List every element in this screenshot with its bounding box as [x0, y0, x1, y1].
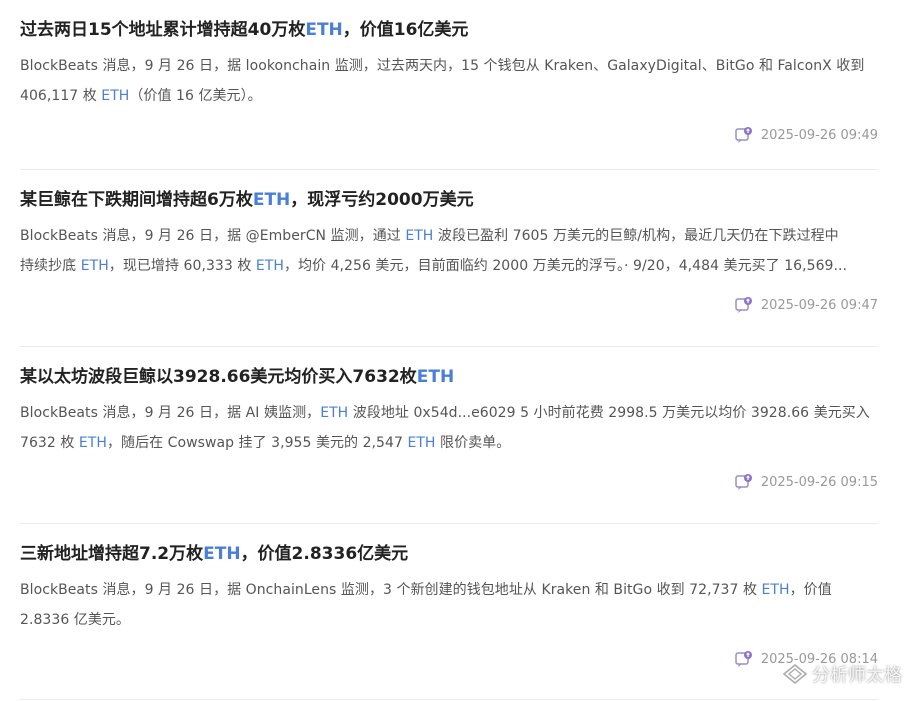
timestamp: 2025-09-26 09:47: [760, 297, 878, 313]
share-icon[interactable]: [735, 650, 753, 668]
eth-link[interactable]: ETH: [256, 258, 284, 274]
title-text: 三新地址增持超7.2万枚: [20, 544, 204, 564]
eth-link[interactable]: ETH: [320, 405, 348, 421]
eth-link[interactable]: ETH: [417, 367, 454, 387]
body-text: 2.8336 亿美元。: [20, 612, 130, 628]
news-item[interactable]: 过去两日15个地址累计增持超40万枚ETH，价值16亿美元 BlockBeats…: [20, 0, 878, 170]
share-icon[interactable]: [735, 473, 753, 491]
body-line: BlockBeats 消息，9 月 26 日，据 lookonchain 监测，…: [20, 51, 878, 81]
body-text: ，随后在 Cowswap 挂了 3,955 美元的 2,547: [106, 435, 408, 451]
eth-link[interactable]: ETH: [407, 435, 435, 451]
news-title[interactable]: 三新地址增持超7.2万枚ETH，价值2.8336亿美元: [20, 543, 408, 565]
timestamp: 2025-09-26 08:14: [760, 651, 878, 667]
eth-link[interactable]: ETH: [101, 88, 129, 104]
news-body: BlockBeats 消息，9 月 26 日，据 OnchainLens 监测，…: [20, 575, 878, 635]
body-text: BlockBeats 消息，9 月 26 日，据 @EmberCN 监测，通过: [20, 228, 406, 244]
news-title[interactable]: 某以太坊波段巨鲸以3928.66美元均价买入7632枚ETH: [20, 366, 454, 388]
body-line: BlockBeats 消息，9 月 26 日，据 OnchainLens 监测，…: [20, 575, 878, 605]
news-meta: 2025-09-26 09:47: [735, 295, 878, 315]
share-icon[interactable]: [735, 296, 753, 314]
timestamp: 2025-09-26 09:49: [760, 127, 878, 143]
timestamp: 2025-09-26 09:15: [760, 474, 878, 490]
body-text: BlockBeats 消息，9 月 26 日，据 OnchainLens 监测，…: [20, 582, 762, 598]
body-text: 波段地址 0x54d...e6029 5 小时前花费 2998.5 万美元以均价…: [348, 405, 870, 421]
body-line: 2.8336 亿美元。: [20, 605, 878, 635]
news-item[interactable]: 三新地址增持超7.2万枚ETH，价值2.8336亿美元 BlockBeats 消…: [20, 524, 878, 700]
news-feed: 过去两日15个地址累计增持超40万枚ETH，价值16亿美元 BlockBeats…: [0, 0, 910, 701]
eth-link[interactable]: ETH: [405, 228, 433, 244]
body-text: ，现已增持 60,333 枚: [108, 258, 256, 274]
body-text: ，均价 4,256 美元，目前面临约 2000 万美元的浮亏。· 9/20，4,…: [283, 258, 848, 274]
body-line: 持续抄底 ETH，现已增持 60,333 枚 ETH，均价 4,256 美元，目…: [20, 251, 878, 281]
news-meta: 2025-09-26 09:49: [735, 125, 878, 145]
title-text: 某巨鲸在下跌期间增持超6万枚: [20, 190, 253, 210]
eth-link[interactable]: ETH: [762, 582, 790, 598]
news-meta: 2025-09-26 08:14: [735, 649, 878, 669]
title-text: ，价值16亿美元: [342, 20, 469, 40]
body-text: 持续抄底: [20, 258, 81, 274]
title-text: ，价值2.8336亿美元: [240, 544, 409, 564]
eth-link[interactable]: ETH: [79, 435, 107, 451]
body-text: 限价卖单。: [435, 435, 511, 451]
news-body: BlockBeats 消息，9 月 26 日，据 @EmberCN 监测，通过 …: [20, 221, 878, 281]
eth-link[interactable]: ETH: [305, 20, 342, 40]
body-text: ，价值: [789, 582, 832, 598]
news-item[interactable]: 某巨鲸在下跌期间增持超6万枚ETH，现浮亏约2000万美元 BlockBeats…: [20, 170, 878, 347]
news-body: BlockBeats 消息，9 月 26 日，据 lookonchain 监测，…: [20, 51, 878, 111]
body-line: 406,117 枚 ETH（价值 16 亿美元）。: [20, 81, 878, 111]
eth-link[interactable]: ETH: [203, 544, 240, 564]
body-line: BlockBeats 消息，9 月 26 日，据 @EmberCN 监测，通过 …: [20, 221, 878, 251]
body-text: （价值 16 亿美元）。: [129, 88, 262, 104]
eth-link[interactable]: ETH: [253, 190, 290, 210]
title-text: 某以太坊波段巨鲸以3928.66美元均价买入7632枚: [20, 367, 417, 387]
body-text: BlockBeats 消息，9 月 26 日，据 lookonchain 监测，…: [20, 58, 865, 74]
title-text: ，现浮亏约2000万美元: [290, 190, 474, 210]
eth-link[interactable]: ETH: [81, 258, 109, 274]
body-text: 7632 枚: [20, 435, 79, 451]
body-text: 波段已盈利 7605 万美元的巨鲸/机构，最近几天仍在下跌过程中: [433, 228, 839, 244]
news-item[interactable]: 某以太坊波段巨鲸以3928.66美元均价买入7632枚ETH BlockBeat…: [20, 347, 878, 524]
title-text: 过去两日15个地址累计增持超40万枚: [20, 20, 306, 40]
share-icon[interactable]: [735, 126, 753, 144]
news-meta: 2025-09-26 09:15: [735, 472, 878, 492]
body-text: 406,117 枚: [20, 88, 102, 104]
news-body: BlockBeats 消息，9 月 26 日，据 AI 姨监测，ETH 波段地址…: [20, 398, 878, 458]
news-title[interactable]: 过去两日15个地址累计增持超40万枚ETH，价值16亿美元: [20, 19, 468, 41]
body-line: 7632 枚 ETH，随后在 Cowswap 挂了 3,955 美元的 2,54…: [20, 428, 878, 458]
body-line: BlockBeats 消息，9 月 26 日，据 AI 姨监测，ETH 波段地址…: [20, 398, 878, 428]
body-text: BlockBeats 消息，9 月 26 日，据 AI 姨监测，: [20, 405, 321, 421]
news-title[interactable]: 某巨鲸在下跌期间增持超6万枚ETH，现浮亏约2000万美元: [20, 189, 474, 211]
